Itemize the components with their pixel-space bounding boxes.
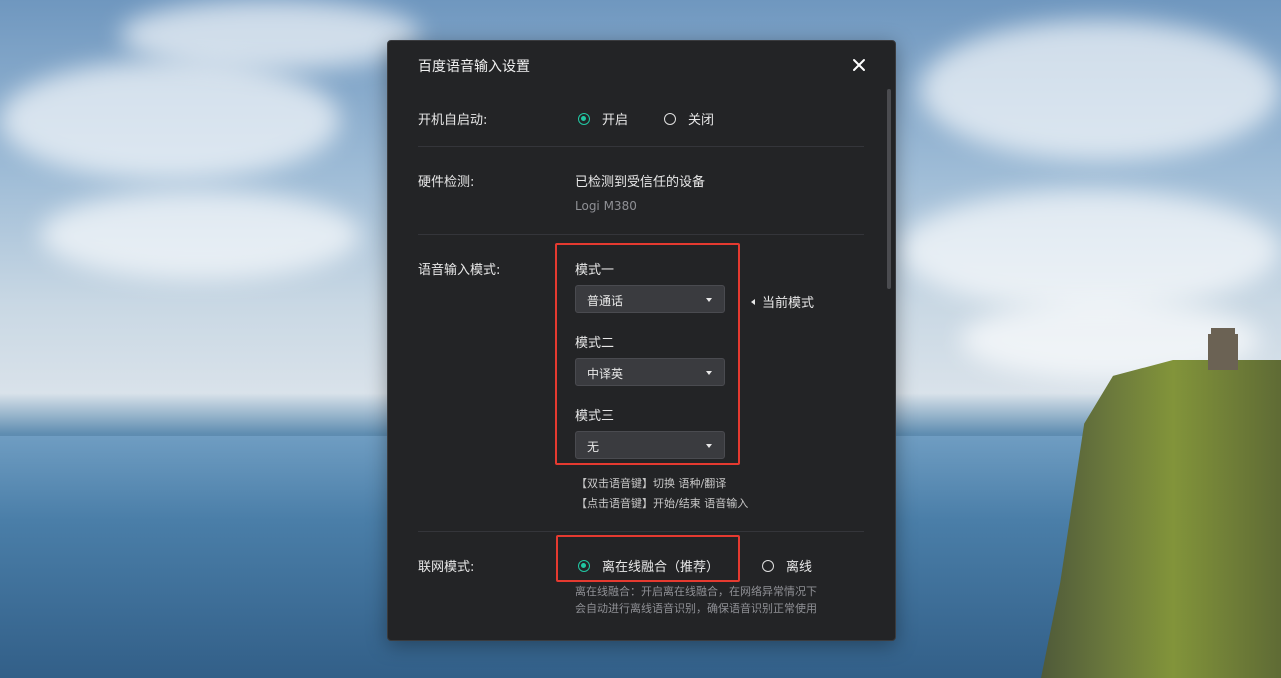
scrollbar[interactable] — [887, 89, 891, 289]
device-name: Logi M380 — [575, 199, 637, 213]
divider — [418, 234, 864, 235]
mode-2-value: 中译英 — [587, 367, 624, 381]
network-offline-label: 离线 — [786, 560, 813, 575]
voice-mode-label: 语音输入模式: — [418, 263, 501, 278]
mode-1-title: 模式一 — [575, 263, 615, 278]
dropdown-caret-icon — [706, 298, 712, 302]
radio-checked-icon — [578, 559, 590, 572]
hardware-label: 硬件检测: — [418, 175, 475, 190]
autostart-off-label: 关闭 — [688, 113, 715, 128]
settings-dialog: 百度语音输入设置 开机自启动: 开启 关闭 硬件检测: 已检测到受信任的设备 L… — [387, 40, 896, 641]
dialog-title: 百度语音输入设置 — [418, 59, 530, 75]
radio-checked-icon — [578, 112, 590, 125]
tower-scenery — [1208, 328, 1238, 370]
network-hybrid-label: 离在线融合（推荐） — [602, 560, 720, 575]
dropdown-caret-icon — [706, 444, 712, 448]
radio-unchecked-icon — [762, 559, 774, 572]
dropdown-caret-icon — [706, 371, 712, 375]
mode-1-value: 普通话 — [587, 294, 624, 308]
mode-3-select[interactable]: 无 — [575, 431, 725, 459]
mode-2-title: 模式二 — [575, 336, 615, 351]
cliff-scenery — [1041, 360, 1281, 678]
pointer-left-icon — [751, 298, 755, 305]
dialog-titlebar: 百度语音输入设置 — [388, 41, 895, 89]
divider — [418, 146, 864, 147]
mode-3-value: 无 — [587, 440, 600, 454]
network-mode-label: 联网模式: — [418, 560, 475, 575]
autostart-on-label: 开启 — [602, 113, 629, 128]
network-description: 离在线融合：开启离在线融合，在网络异常情况下会自动进行离线语音识别，确保语音识别… — [575, 585, 817, 615]
hint-single-click: 【点击语音键】开始/结束 语音输入 — [576, 497, 749, 510]
mode-3-title: 模式三 — [575, 409, 615, 424]
current-mode-label: 当前模式 — [762, 296, 815, 311]
autostart-on-radio[interactable]: 开启 — [578, 109, 628, 128]
autostart-label: 开机自启动: — [418, 113, 488, 128]
hint-double-click: 【双击语音键】切换 语种/翻译 — [576, 477, 727, 490]
current-mode-indicator: 当前模式 — [751, 292, 814, 311]
close-icon — [853, 59, 865, 71]
close-button[interactable] — [845, 51, 873, 79]
radio-unchecked-icon — [664, 112, 676, 125]
network-hybrid-radio[interactable]: 离在线融合（推荐） — [578, 556, 719, 575]
autostart-off-radio[interactable]: 关闭 — [664, 109, 714, 128]
network-offline-radio[interactable]: 离线 — [762, 556, 812, 575]
mode-1-select[interactable]: 普通话 — [575, 285, 725, 313]
mode-2-select[interactable]: 中译英 — [575, 358, 725, 386]
hardware-status: 已检测到受信任的设备 — [575, 175, 706, 190]
divider — [418, 531, 864, 532]
